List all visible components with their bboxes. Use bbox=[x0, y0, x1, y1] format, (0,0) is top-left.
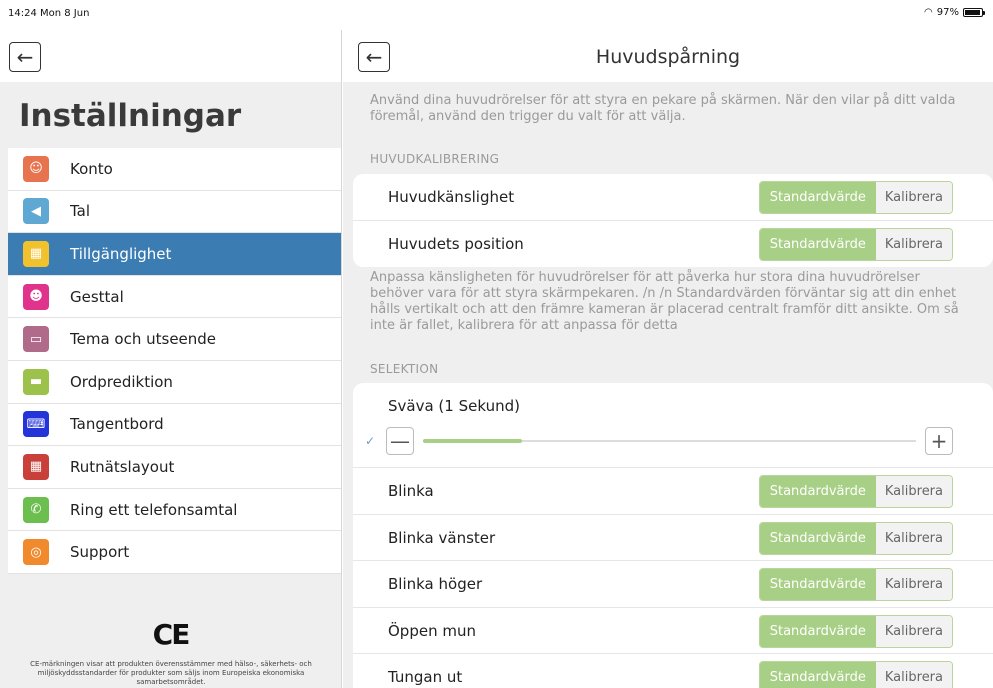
calibrate-button[interactable]: Kalibrera bbox=[875, 615, 952, 647]
speaker-icon: ◀ bbox=[23, 198, 49, 225]
calibrate-button[interactable]: Kalibrera bbox=[875, 476, 952, 507]
calibrate-button[interactable]: Kalibrera bbox=[875, 182, 952, 213]
row-label: Blinka höger bbox=[388, 575, 483, 593]
sidebar-item-label: Tangentbord bbox=[70, 415, 164, 434]
sidebar-item-label: Konto bbox=[70, 159, 113, 178]
detail-pane: ← Huvudspårning Använd dina huvudrörelse… bbox=[343, 30, 993, 688]
sidebar-item-label: Support bbox=[70, 543, 130, 562]
row-label: Tungan ut bbox=[388, 668, 463, 686]
sidebar-back-button[interactable]: ← bbox=[9, 42, 41, 72]
sidebar-item-tema-och-utseende[interactable]: ▭ Tema och utseende bbox=[8, 318, 341, 361]
calibrate-button[interactable]: Kalibrera bbox=[875, 228, 952, 260]
sidebar-item-label: Ring ett telefonsamtal bbox=[70, 500, 238, 519]
battery-icon bbox=[963, 8, 985, 17]
sidebar-item-ring-ett-telefonsamtal[interactable]: ✆ Ring ett telefonsamtal bbox=[8, 489, 341, 532]
sidebar-item-support[interactable]: ◎ Support bbox=[8, 531, 341, 574]
default-calibrate-toggle: Standardvärde Kalibrera bbox=[758, 227, 953, 261]
default-button[interactable]: Standardvärde bbox=[759, 662, 876, 688]
calibrate-button[interactable]: Kalibrera bbox=[875, 662, 952, 688]
wifi-icon: ◠ bbox=[924, 7, 933, 18]
sidebar-item-label: Tillgänglighet bbox=[70, 244, 172, 263]
sidebar-item-label: Tal bbox=[70, 202, 91, 221]
row-label: Blinka bbox=[388, 482, 434, 500]
calibration-header: HUVUDKALIBRERING bbox=[370, 152, 500, 166]
default-button[interactable]: Standardvärde bbox=[759, 476, 876, 507]
status-bar: 14:24 Mon 8 Jun ◠ 97% bbox=[0, 0, 993, 30]
default-calibrate-toggle: Standardvärde Kalibrera bbox=[758, 661, 953, 688]
sidebar-menu: ☺ Konto ◀ Tal ▦ Tillgänglighet ☻ Gesttal ▭ Tema o… bbox=[8, 148, 341, 574]
settings-sidebar: ← Inställningar ☺ Konto ◀ Tal ▦ Tillgänglighe… bbox=[0, 30, 342, 688]
selection-card: Sväva (1 Sekund) ✓ — + Blinka Standardvär… bbox=[353, 383, 993, 688]
checkmark-icon: ✓ bbox=[365, 434, 376, 448]
theme-icon: ▭ bbox=[23, 326, 49, 353]
sidebar-item-label: Rutnätslayout bbox=[70, 457, 175, 476]
sidebar-item-ordprediktion[interactable]: ▬ Ordprediktion bbox=[8, 361, 341, 404]
sidebar-item-konto[interactable]: ☺ Konto bbox=[8, 148, 341, 191]
status-indicators: ◠ 97% bbox=[924, 7, 985, 18]
sidebar-title: Inställningar bbox=[19, 98, 242, 134]
battery-percent: 97% bbox=[936, 7, 959, 18]
default-calibrate-toggle: Standardvärde Kalibrera bbox=[758, 181, 953, 214]
row-blinka-hoger: Blinka höger Standardvärde Kalibrera bbox=[353, 561, 993, 608]
default-button[interactable]: Standardvärde bbox=[759, 228, 876, 260]
sidebar-item-label: Gesttal bbox=[70, 287, 124, 306]
ce-mark-logo: CE bbox=[152, 618, 191, 651]
row-label: Huvudets position bbox=[388, 234, 524, 253]
selection-header: SELEKTION bbox=[370, 362, 439, 376]
row-blinka: Blinka Standardvärde Kalibrera bbox=[353, 468, 993, 515]
intro-text: Använd dina huvudrörelser för att styra … bbox=[370, 93, 956, 124]
default-calibrate-toggle: Standardvärde Kalibrera bbox=[758, 614, 953, 648]
default-button[interactable]: Standardvärde bbox=[759, 615, 876, 647]
phone-icon: ✆ bbox=[23, 496, 49, 523]
grid-icon: ▦ bbox=[23, 453, 49, 480]
detail-topbar: ← Huvudspårning bbox=[343, 30, 993, 82]
prediction-icon: ▬ bbox=[23, 368, 49, 395]
calibration-note: Anpassa känsligheten för huvudrörelser f… bbox=[370, 270, 959, 333]
default-calibrate-toggle: Standardvärde Kalibrera bbox=[758, 475, 953, 508]
row-blinka-vanster: Blinka vänster Standardvärde Kalibrera bbox=[353, 515, 993, 561]
row-tungan-ut: Tungan ut Standardvärde Kalibrera bbox=[353, 654, 993, 688]
row-label: Blinka vänster bbox=[388, 528, 496, 547]
calibrate-button[interactable]: Kalibrera bbox=[875, 522, 952, 554]
hover-increase-button[interactable]: + bbox=[925, 427, 953, 455]
calibrate-button[interactable]: Kalibrera bbox=[875, 569, 952, 600]
hover-label: Sväva (1 Sekund) bbox=[388, 397, 520, 415]
page-title: Huvudspårning bbox=[595, 46, 741, 68]
sidebar-item-rutnatslayout[interactable]: ▦ Rutnätslayout bbox=[8, 446, 341, 489]
row-huvudets-position: Huvudets position Standardvärde Kalibrera bbox=[353, 221, 993, 268]
face-icon: ☻ bbox=[23, 283, 49, 310]
sidebar-item-tillganglighet[interactable]: ▦ Tillgänglighet bbox=[8, 233, 341, 276]
sidebar-item-label: Tema och utseende bbox=[70, 330, 217, 349]
default-button[interactable]: Standardvärde bbox=[759, 182, 876, 213]
ce-disclaimer: CE-märkningen visar att produkten överen… bbox=[30, 660, 312, 686]
sidebar-item-label: Ordprediktion bbox=[70, 372, 173, 391]
row-huvudkanslighet: Huvudkänslighet Standardvärde Kalibrera bbox=[353, 174, 993, 221]
calibration-card: Huvudkänslighet Standardvärde Kalibrera Huv… bbox=[353, 174, 993, 267]
accessibility-icon: ▦ bbox=[23, 240, 49, 267]
hover-row: Sväva (1 Sekund) ✓ — + bbox=[353, 383, 993, 468]
row-label: Öppen mun bbox=[388, 621, 476, 640]
lifebuoy-icon: ◎ bbox=[23, 539, 49, 566]
sidebar-item-tal[interactable]: ◀ Tal bbox=[8, 191, 341, 234]
sidebar-topbar: ← bbox=[0, 30, 341, 82]
default-calibrate-toggle: Standardvärde Kalibrera bbox=[758, 568, 953, 601]
hover-slider-fill bbox=[423, 439, 522, 443]
default-button[interactable]: Standardvärde bbox=[759, 522, 876, 554]
sidebar-item-gesttal[interactable]: ☻ Gesttal bbox=[8, 276, 341, 319]
status-time: 14:24 Mon 8 Jun bbox=[8, 8, 90, 19]
person-icon: ☺ bbox=[23, 155, 49, 182]
sidebar-item-tangentbord[interactable]: ⌨ Tangentbord bbox=[8, 404, 341, 447]
default-button[interactable]: Standardvärde bbox=[759, 569, 876, 600]
hover-slider[interactable] bbox=[423, 439, 916, 443]
keyboard-icon: ⌨ bbox=[23, 411, 49, 438]
default-calibrate-toggle: Standardvärde Kalibrera bbox=[758, 521, 953, 555]
hover-decrease-button[interactable]: — bbox=[386, 427, 414, 455]
row-oppen-mun: Öppen mun Standardvärde Kalibrera bbox=[353, 608, 993, 654]
row-label: Huvudkänslighet bbox=[388, 188, 515, 206]
